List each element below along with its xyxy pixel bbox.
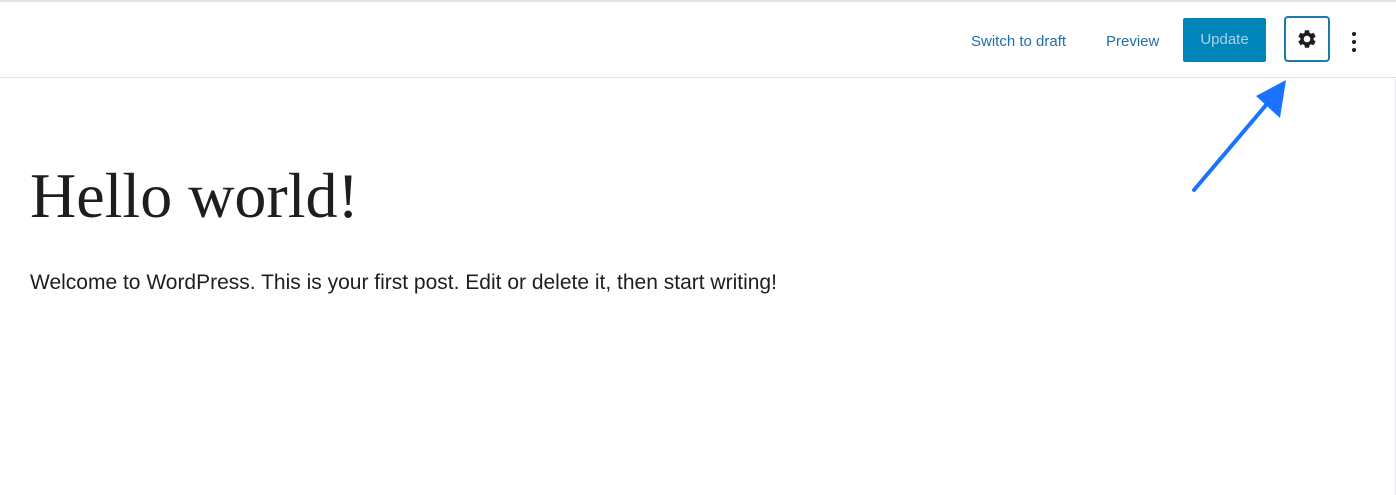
switch-to-draft-button[interactable]: Switch to draft xyxy=(971,30,1066,54)
more-options-button[interactable] xyxy=(1342,26,1366,58)
vertical-ellipsis-icon xyxy=(1352,32,1356,52)
update-button[interactable]: Update xyxy=(1183,18,1266,62)
preview-button[interactable]: Preview xyxy=(1106,30,1159,54)
editor-header-toolbar: Switch to draft Preview Update xyxy=(0,2,1396,78)
post-paragraph[interactable]: Welcome to WordPress. This is your first… xyxy=(30,269,777,297)
gear-icon xyxy=(1298,30,1316,48)
settings-button[interactable] xyxy=(1284,16,1330,62)
editor-canvas: Hello world! Welcome to WordPress. This … xyxy=(0,79,1396,495)
post-title[interactable]: Hello world! xyxy=(30,155,359,237)
